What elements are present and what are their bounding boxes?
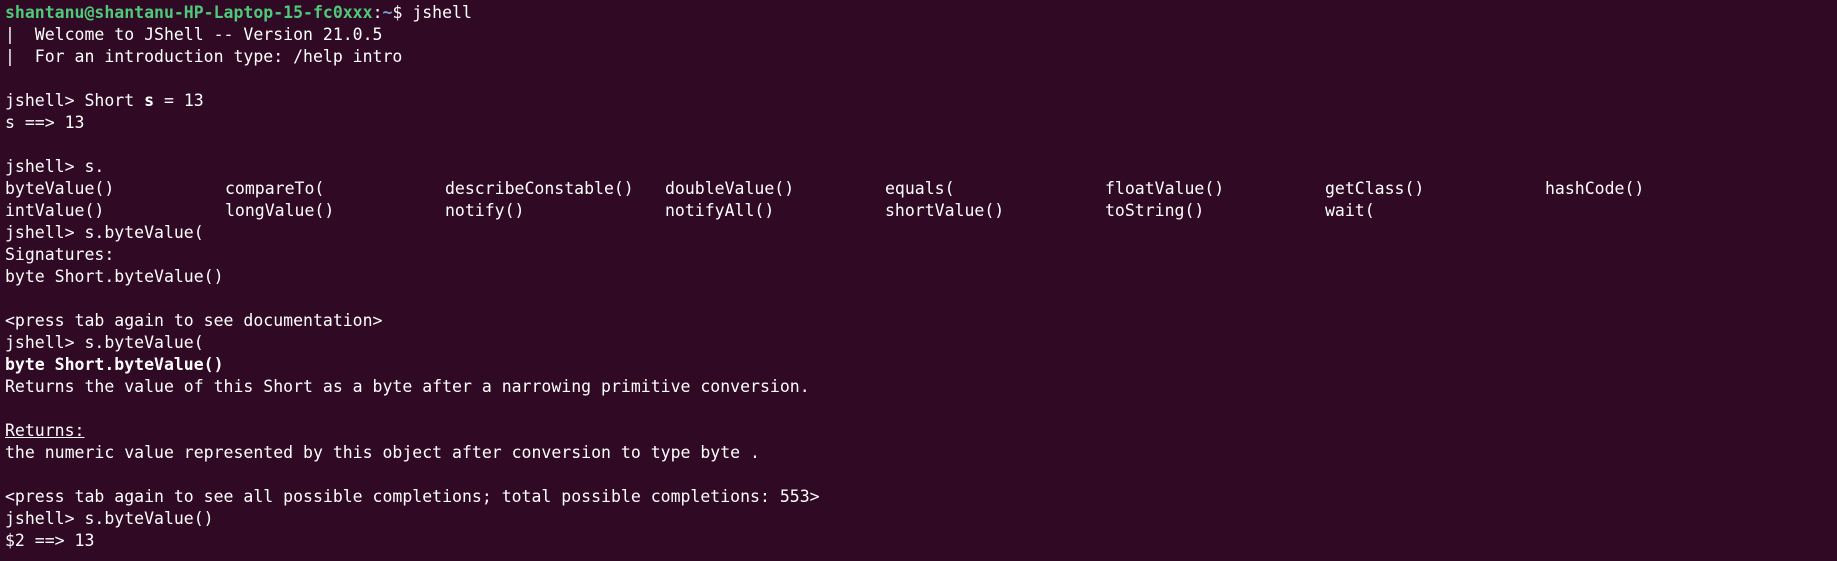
signature-line: byte Short.byteValue() [5,267,224,286]
returns-line: Returns: [5,420,1837,442]
completion-item: wait( [1325,201,1375,220]
jshell-command-line: jshell> Short s = 13 [5,90,1837,112]
completion-item: toString() [1105,201,1205,220]
command-text: Short [84,91,145,110]
jshell-command-line: jshell> s.byteValue( [5,223,204,242]
hint-line: <press tab again to see all possible com… [5,487,820,506]
prompt-dollar: $ [392,3,413,22]
signatures-label: Signatures: [5,245,115,264]
shell-prompt-line: shantanu@shantanu-HP-Laptop-15-fc0xxx:~$… [5,2,1837,24]
terminal-window[interactable]: shantanu@shantanu-HP-Laptop-15-fc0xxx:~$… [0,0,1837,561]
output-line: s ==> 13 [5,113,85,132]
completion-item: hashCode() [1545,179,1645,198]
welcome-line: | Welcome to JShell -- Version 21.0.5 [5,25,383,44]
prompt-colon: : [372,3,383,22]
completion-item: notify() [445,201,525,220]
command-text: = 13 [154,91,204,110]
completion-item: describeConstable() [445,179,634,198]
completion-item: intValue() [5,201,105,220]
jshell-command-line: jshell> s.byteValue() [5,509,214,528]
prompt-path: ~ [382,3,393,22]
completion-row: byteValue() compareTo( describeConstable… [5,178,1837,200]
doc-signature: byte Short.byteValue() [5,355,224,374]
returns-label: Returns: [5,421,85,440]
completion-item: getClass() [1325,179,1425,198]
jshell-prompt: jshell> [5,91,85,110]
completion-item: compareTo( [225,179,325,198]
prompt-user-host: shantanu@shantanu-HP-Laptop-15-fc0xxx [5,3,373,22]
doc-description: Returns the value of this Short as a byt… [5,377,810,396]
completion-item: floatValue() [1105,179,1225,198]
output-line: $2 ==> 13 [5,531,95,550]
intro-line: | For an introduction type: /help intro [5,47,403,66]
completion-row: intValue() longValue() notify() notifyAl… [5,200,1837,222]
command-variable: s [144,91,155,110]
prompt-command: jshell [412,3,472,22]
completion-item: longValue() [225,201,335,220]
hint-line: <press tab again to see documentation> [5,311,383,330]
completion-item: notifyAll() [665,201,775,220]
returns-text: the numeric value represented by this ob… [5,443,760,462]
completion-item: byteValue() [5,179,115,198]
completion-item: equals( [885,179,955,198]
completion-item: doubleValue() [665,179,795,198]
completion-item: shortValue() [885,201,1005,220]
jshell-command-line: jshell> s.byteValue( [5,333,204,352]
jshell-command-line: jshell> s. [5,157,105,176]
